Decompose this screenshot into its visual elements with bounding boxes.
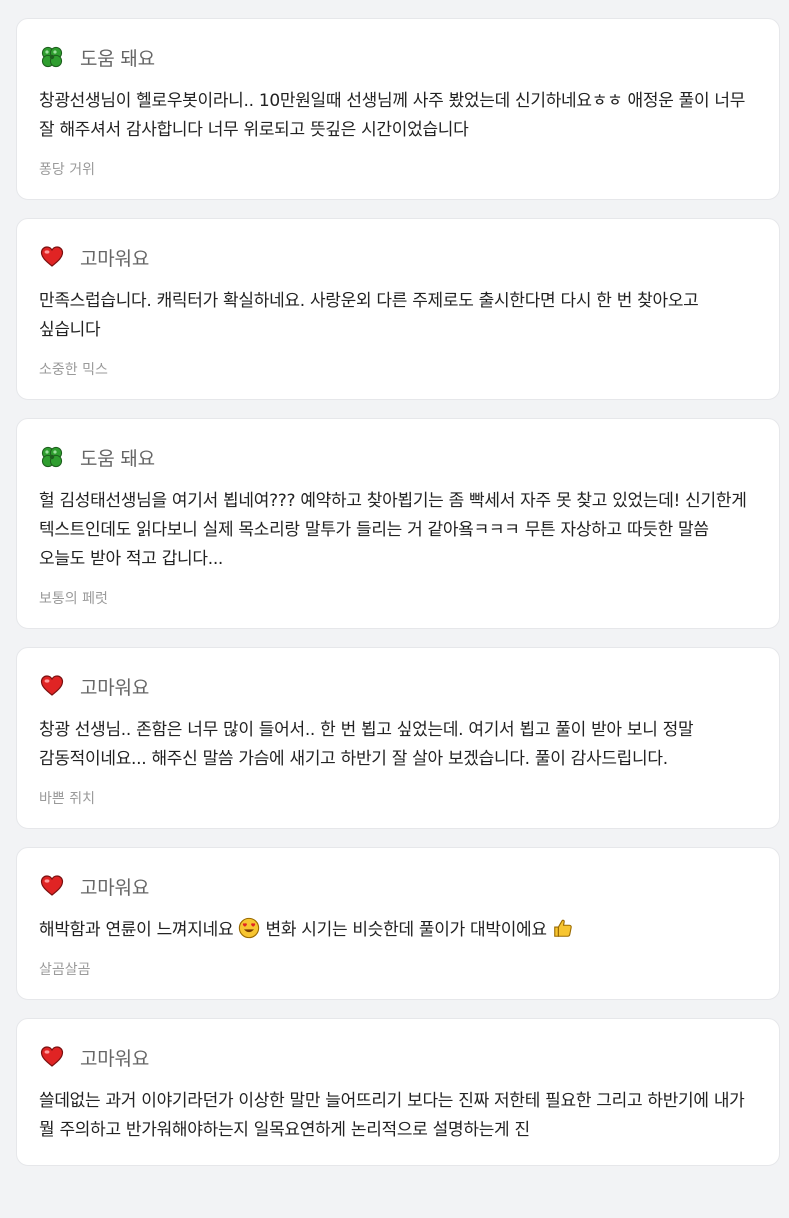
review-text: 만족스럽습니다. 캐릭터가 확실하네요. 사랑운외 다른 주제로도 출시한다면 … [39,291,699,340]
review-text: 창광선생님이 헬로우봇이라니.. 10만원일때 선생님께 사주 봤었는데 신기하… [39,91,746,140]
clover-icon [39,445,67,469]
review-text: 해박함과 연륜이 느껴지네요 변화 시기는 비슷한데 풀이가 대박이에요 [39,916,757,945]
review-badge: 고마워요 [39,874,757,899]
review-author: 소중한 믹스 [39,362,108,378]
review-badge: 고마워요 [39,1045,757,1070]
review-author: 퐁당 거위 [39,162,95,178]
review-card: 고마워요 해박함과 연륜이 느껴지네요 변화 시기는 비슷한데 풀이가 대박이에… [16,847,780,1000]
review-text: 헐 김성태선생님을 여기서 뵙네여??? 예약하고 찾아뵙기는 좀 빡세서 자주… [39,491,747,569]
heart-icon [39,1045,67,1069]
review-author: 보통의 페럿 [39,591,108,607]
review-badge: 도움 돼요 [39,445,757,470]
badge-label: 고마워요 [80,876,150,899]
review-author: 바쁜 쥐치 [39,791,95,807]
review-card: 고마워요 창광 선생님.. 존함은 너무 많이 들어서.. 한 번 뵙고 싶었는… [16,647,780,829]
review-card: 고마워요 쓸데없는 과거 이야기라던가 이상한 말만 늘어뜨리기 보다는 진짜 … [16,1018,780,1166]
badge-label: 도움 돼요 [80,447,155,470]
review-card: 도움 돼요 창광선생님이 헬로우봇이라니.. 10만원일때 선생님께 사주 봤었… [16,18,780,200]
review-list: 도움 돼요 창광선생님이 헬로우봇이라니.. 10만원일때 선생님께 사주 봤었… [0,0,789,1166]
review-badge: 도움 돼요 [39,45,757,70]
heart-eyes-emoji-icon [239,917,260,939]
review-text: 창광 선생님.. 존함은 너무 많이 들어서.. 한 번 뵙고 싶었는데. 여기… [39,720,694,769]
badge-label: 고마워요 [80,676,150,699]
review-badge: 고마워요 [39,674,757,699]
review-author: 살곰살곰 [39,962,91,978]
review-text-part: 변화 시기는 비슷한데 풀이가 대박이에요 [265,920,548,940]
heart-icon [39,874,67,898]
review-card: 고마워요 만족스럽습니다. 캐릭터가 확실하네요. 사랑운외 다른 주제로도 출… [16,218,780,400]
clover-icon [39,45,67,69]
review-text-part: 해박함과 연륜이 느껴지네요 [39,920,234,940]
review-text: 쓸데없는 과거 이야기라던가 이상한 말만 늘어뜨리기 보다는 진짜 저한테 필… [39,1091,745,1140]
heart-icon [39,245,67,269]
badge-label: 고마워요 [80,1047,150,1070]
badge-label: 고마워요 [80,247,150,270]
thumbs-up-icon [554,919,572,937]
review-card: 도움 돼요 헐 김성태선생님을 여기서 뵙네여??? 예약하고 찾아뵙기는 좀 … [16,418,780,629]
badge-label: 도움 돼요 [80,47,155,70]
heart-icon [39,674,67,698]
review-badge: 고마워요 [39,245,757,270]
